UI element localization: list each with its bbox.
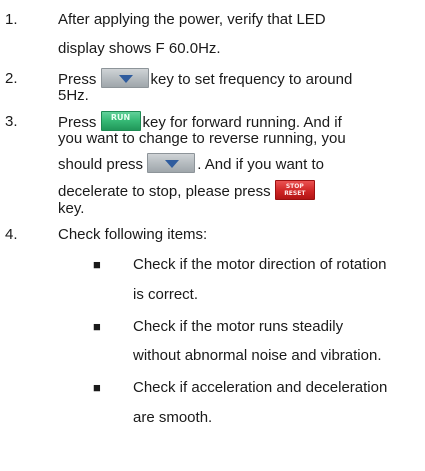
step-3-line-1: Press RUN key for forward running. And if — [58, 111, 342, 131]
instruction-page: 1. After applying the power, verify that… — [0, 0, 425, 471]
step-2-key-text: key to set frequency to around — [150, 70, 353, 88]
reset-key-label: RESET — [284, 190, 306, 197]
check-2-bullet: ■ — [93, 319, 101, 334]
check-1-line-1: Check if the motor direction of rotation — [133, 256, 387, 273]
step-3-press-text: Press — [58, 113, 97, 131]
step-3-decelerate-intro-text: . And if you want to — [197, 155, 324, 173]
step-4-number: 4. — [5, 226, 18, 243]
check-3-line-2: are smooth. — [133, 409, 213, 426]
stop-reset-key-icon: STOP RESET — [274, 180, 315, 200]
check-1-bullet: ■ — [93, 257, 101, 272]
step-3-decelerate-text: decelerate to stop, please press — [58, 182, 271, 200]
step-3-line-2: you want to change to reverse running, y… — [58, 130, 346, 147]
step-1-line-2: display shows F 60.0Hz. — [58, 40, 221, 57]
check-3-bullet: ■ — [93, 380, 101, 395]
step-2-number: 2. — [5, 70, 18, 87]
stop-key-label: STOP — [285, 183, 304, 190]
step-3-line-3: should press . And if you want to — [58, 153, 324, 173]
check-2-line-1: Check if the motor runs steadily — [133, 318, 344, 335]
step-3-key-text: key for forward running. And if — [142, 113, 342, 131]
step-2-line-1: Press key to set frequency to around — [58, 68, 353, 88]
step-3-number: 3. — [5, 113, 18, 130]
down-arrow-key-icon — [147, 153, 196, 173]
check-2-line-2: without abnormal noise and vibration. — [133, 347, 382, 364]
down-triangle-icon — [165, 160, 180, 168]
run-key-icon: RUN — [100, 111, 141, 131]
step-3-line-5: key. — [58, 200, 85, 217]
step-3-line-4: decelerate to stop, please press STOP RES… — [58, 180, 315, 200]
step-2-press-text: Press — [58, 70, 97, 88]
step-4-line-1: Check following items: — [58, 226, 208, 243]
step-3-should-press-text: should press — [58, 155, 144, 173]
check-1-line-2: is correct. — [133, 286, 199, 303]
step-1-number: 1. — [5, 11, 18, 28]
down-triangle-icon — [118, 75, 133, 83]
check-3-line-1: Check if acceleration and deceleration — [133, 379, 388, 396]
step-2-line-2: 5Hz. — [58, 87, 89, 104]
step-1-line-1: After applying the power, verify that LE… — [58, 11, 326, 28]
down-arrow-key-icon — [100, 68, 149, 88]
